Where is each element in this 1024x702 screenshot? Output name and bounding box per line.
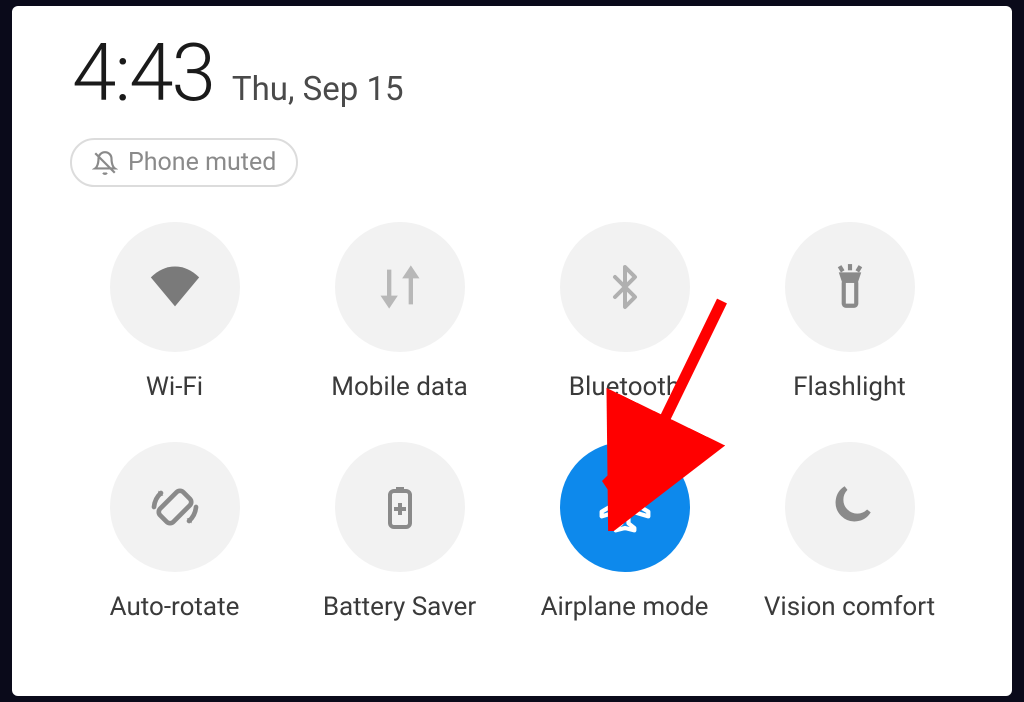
wifi-toggle[interactable] <box>110 222 240 352</box>
vision-comfort-label: Vision comfort <box>764 592 935 622</box>
auto-rotate-toggle[interactable] <box>110 442 240 572</box>
mobile-data-label: Mobile data <box>331 372 467 402</box>
airplane-mode-toggle[interactable] <box>560 442 690 572</box>
airplane-mode-tile: Airplane mode <box>522 442 727 622</box>
battery-saver-icon <box>370 477 430 537</box>
muted-label: Phone muted <box>128 148 276 177</box>
auto-rotate-label: Auto-rotate <box>110 592 240 622</box>
bluetooth-label: Bluetooth <box>569 372 680 402</box>
wifi-tile: Wi-Fi <box>72 222 277 402</box>
bluetooth-tile: Bluetooth <box>522 222 727 402</box>
flashlight-tile: Flashlight <box>747 222 952 402</box>
flashlight-icon <box>820 257 880 317</box>
auto-rotate-tile: Auto-rotate <box>72 442 277 622</box>
quick-settings-grid: Wi-Fi Mobile data B <box>62 222 962 622</box>
status-header: 4:43 Thu, Sep 15 <box>72 26 962 120</box>
flashlight-toggle[interactable] <box>785 222 915 352</box>
flashlight-label: Flashlight <box>793 372 906 402</box>
wifi-icon <box>145 257 205 317</box>
wifi-label: Wi-Fi <box>146 372 203 402</box>
phone-muted-chip[interactable]: Phone muted <box>70 138 298 187</box>
battery-saver-tile: Battery Saver <box>297 442 502 622</box>
mobile-data-icon <box>370 257 430 317</box>
airplane-icon <box>595 477 655 537</box>
bell-muted-icon <box>92 150 118 176</box>
mobile-data-tile: Mobile data <box>297 222 502 402</box>
vision-comfort-toggle[interactable] <box>785 442 915 572</box>
bluetooth-toggle[interactable] <box>560 222 690 352</box>
mobile-data-toggle[interactable] <box>335 222 465 352</box>
vision-comfort-tile: Vision comfort <box>747 442 952 622</box>
clock-time: 4:43 <box>72 26 214 120</box>
battery-saver-label: Battery Saver <box>323 592 476 622</box>
battery-saver-toggle[interactable] <box>335 442 465 572</box>
airplane-mode-label: Airplane mode <box>541 592 709 622</box>
clock-date: Thu, Sep 15 <box>232 70 404 109</box>
quick-settings-panel: 4:43 Thu, Sep 15 Phone muted Wi-Fi <box>12 6 1012 696</box>
moon-icon <box>820 477 880 537</box>
bluetooth-icon <box>595 257 655 317</box>
auto-rotate-icon <box>145 477 205 537</box>
